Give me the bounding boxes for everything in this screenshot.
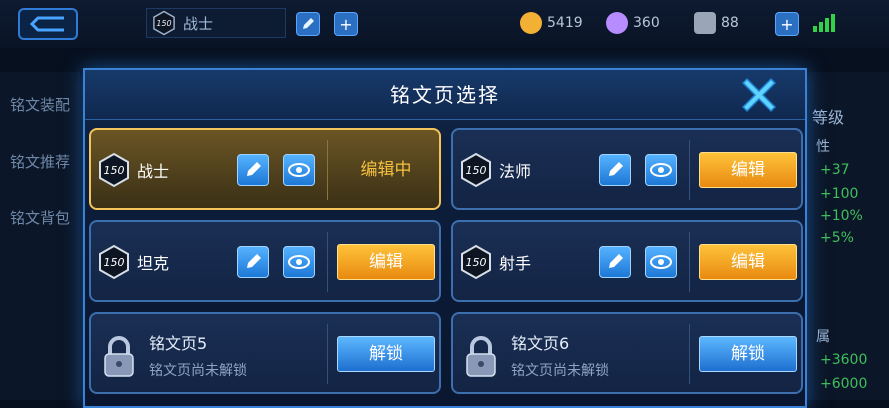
locked-page-title: 铭文页5 bbox=[149, 334, 208, 353]
rune-page-card-tank[interactable]: 150 坦克 编辑 bbox=[89, 220, 441, 302]
unlock-button[interactable]: 解锁 bbox=[337, 336, 435, 372]
locked-page-subtitle: 铭文页尚未解锁 bbox=[511, 363, 609, 379]
preview-button[interactable] bbox=[283, 154, 315, 186]
rune-page-card-warrior[interactable]: 150 战士 编辑中 bbox=[89, 128, 441, 210]
rune-page-card-mage[interactable]: 150 法师 编辑 bbox=[451, 128, 803, 210]
rune-page-select-dialog: 铭文页选择 150 战士 编辑中 150 法师 编辑 150 坦克 编辑 150… bbox=[83, 68, 807, 408]
rune-page-name: 法师 bbox=[499, 162, 532, 181]
rune-page-card-locked-6[interactable]: 铭文页6 铭文页尚未解锁 解锁 bbox=[451, 312, 803, 394]
ticket-icon bbox=[694, 12, 716, 34]
gem-value: 360 bbox=[633, 15, 660, 31]
stat-value: +3600 bbox=[820, 352, 868, 368]
pencil-icon bbox=[303, 18, 314, 29]
sidebar-item-rune-bag[interactable]: 铭文背包 bbox=[10, 207, 70, 228]
eye-icon bbox=[650, 255, 672, 269]
unlock-button[interactable]: 解锁 bbox=[699, 336, 797, 372]
divider bbox=[689, 232, 690, 292]
svg-text:150: 150 bbox=[466, 164, 487, 177]
back-button[interactable] bbox=[18, 8, 78, 40]
resource-gold: 5419 bbox=[520, 12, 583, 34]
resource-gem: 360 bbox=[606, 12, 660, 34]
stat-value: +37 bbox=[820, 162, 850, 178]
divider bbox=[689, 324, 690, 384]
back-arrow-icon bbox=[29, 16, 64, 32]
level-hex-icon: 150 bbox=[153, 10, 175, 36]
gold-coin-icon bbox=[520, 12, 542, 34]
pencil-icon bbox=[609, 162, 623, 176]
eye-icon bbox=[650, 163, 672, 177]
gold-value: 5419 bbox=[547, 15, 583, 31]
attribute-label: 性 bbox=[816, 139, 830, 155]
svg-text:150: 150 bbox=[104, 256, 125, 269]
rename-button[interactable] bbox=[599, 154, 631, 186]
divider bbox=[327, 140, 328, 200]
preview-button[interactable] bbox=[283, 246, 315, 278]
sidebar-item-rune-assembly[interactable]: 铭文装配 bbox=[10, 94, 70, 115]
rune-page-card-marksman[interactable]: 150 射手 编辑 bbox=[451, 220, 803, 302]
left-sidebar bbox=[0, 72, 80, 400]
divider bbox=[327, 232, 328, 292]
level-label: 等级 bbox=[812, 108, 845, 127]
dialog-title: 铭文页选择 bbox=[390, 83, 500, 107]
rename-button[interactable] bbox=[599, 246, 631, 278]
level-hex-icon: 150 bbox=[99, 152, 129, 188]
svg-text:150: 150 bbox=[156, 19, 171, 28]
lock-icon bbox=[104, 336, 134, 377]
pencil-icon bbox=[609, 254, 623, 268]
divider bbox=[327, 324, 328, 384]
locked-page-title: 铭文页6 bbox=[511, 334, 570, 353]
stat-value: +10% bbox=[820, 208, 863, 224]
rune-page-card-locked-5[interactable]: 铭文页5 铭文页尚未解锁 解锁 bbox=[89, 312, 441, 394]
level-hex-icon: 150 bbox=[461, 152, 491, 188]
close-icon bbox=[741, 77, 777, 113]
edit-button[interactable]: 编辑 bbox=[699, 152, 797, 188]
stat-value: +6000 bbox=[820, 376, 868, 392]
editing-status: 编辑中 bbox=[360, 160, 412, 180]
preview-button[interactable] bbox=[645, 154, 677, 186]
top-bar bbox=[0, 0, 889, 48]
stat-value: +5% bbox=[820, 230, 854, 246]
gem-icon bbox=[606, 12, 628, 34]
stat-value: +100 bbox=[820, 186, 859, 202]
edit-button[interactable]: 编辑 bbox=[699, 244, 797, 280]
pencil-icon bbox=[247, 254, 261, 268]
rune-page-name: 射手 bbox=[499, 254, 532, 273]
rename-button[interactable] bbox=[237, 246, 269, 278]
close-button[interactable] bbox=[737, 74, 781, 116]
level-hex-icon: 150 bbox=[461, 244, 491, 280]
lock-icon bbox=[466, 336, 496, 377]
attribute-label: 属 bbox=[816, 329, 830, 345]
plus-icon: + bbox=[780, 14, 794, 34]
add-page-button[interactable]: + bbox=[334, 12, 358, 36]
current-rune-page-name: 战士 bbox=[183, 14, 214, 33]
signal-icon bbox=[813, 14, 835, 32]
current-rune-page-badge[interactable]: 150 战士 bbox=[146, 8, 286, 38]
ticket-value: 88 bbox=[721, 15, 739, 31]
svg-text:150: 150 bbox=[466, 256, 487, 269]
preview-button[interactable] bbox=[645, 246, 677, 278]
svg-text:150: 150 bbox=[104, 164, 125, 177]
pencil-icon bbox=[247, 162, 261, 176]
rune-page-name: 坦克 bbox=[137, 254, 170, 273]
rename-button[interactable] bbox=[237, 154, 269, 186]
level-hex-icon: 150 bbox=[99, 244, 129, 280]
rune-page-name: 战士 bbox=[137, 162, 170, 181]
edit-button[interactable]: 编辑 bbox=[337, 244, 435, 280]
plus-icon: + bbox=[339, 14, 353, 34]
edit-page-button[interactable] bbox=[296, 12, 320, 36]
recharge-button[interactable]: + bbox=[775, 12, 799, 36]
resource-ticket: 88 bbox=[694, 12, 739, 34]
divider bbox=[689, 140, 690, 200]
sidebar-item-rune-recommend[interactable]: 铭文推荐 bbox=[10, 151, 70, 172]
eye-icon bbox=[288, 255, 310, 269]
locked-page-subtitle: 铭文页尚未解锁 bbox=[149, 363, 247, 379]
eye-icon bbox=[288, 163, 310, 177]
